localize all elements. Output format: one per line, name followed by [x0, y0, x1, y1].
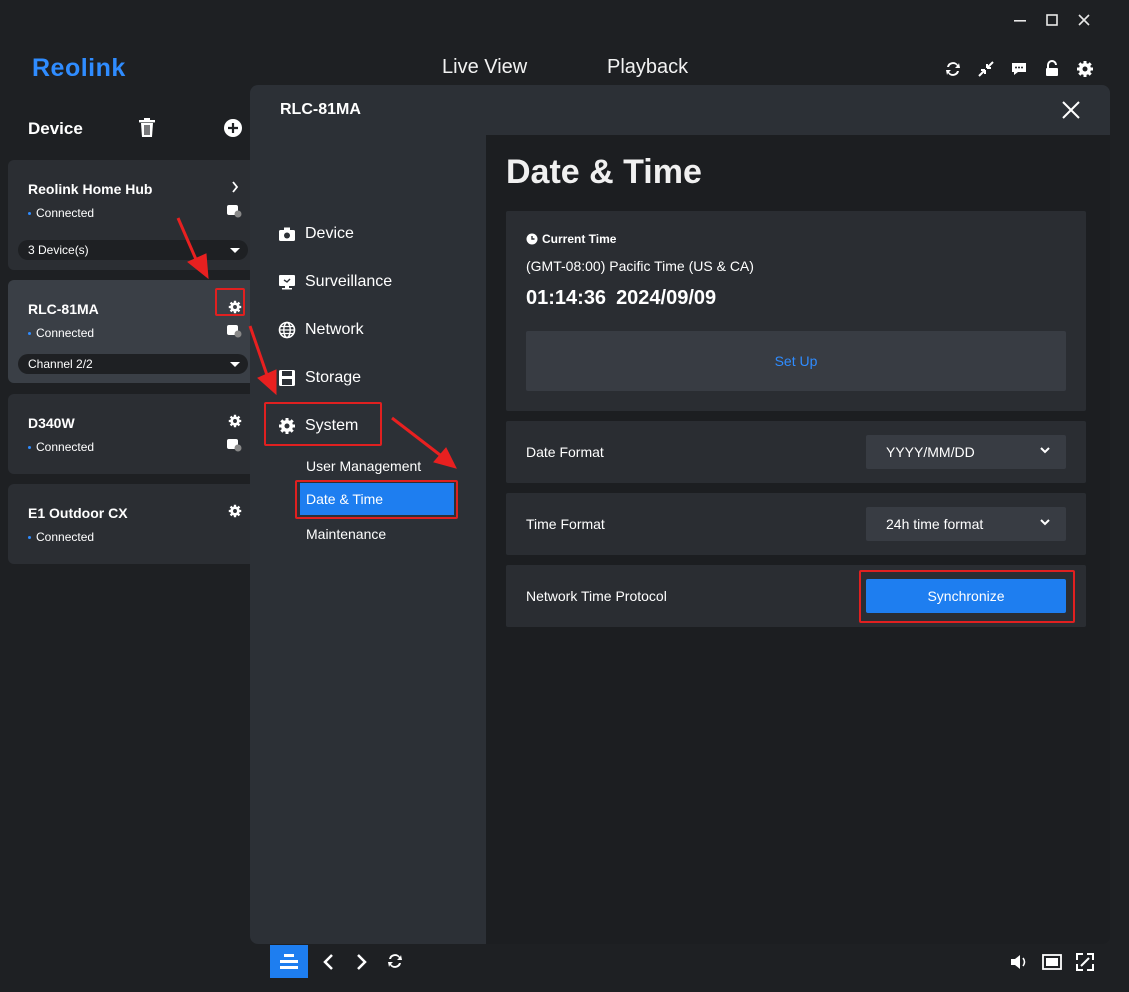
chevron-right-icon[interactable]	[354, 953, 368, 971]
add-device-icon[interactable]	[223, 118, 243, 138]
sync-icon[interactable]	[942, 58, 964, 80]
date-time-content: Date & Time Current Time (GMT-08:00) Pac…	[486, 135, 1110, 944]
volume-icon[interactable]	[1009, 953, 1029, 971]
device-card-home-hub[interactable]: Reolink Home Hub Connected 3 Device(s)	[8, 160, 260, 270]
current-time-section: Current Time (GMT-08:00) Pacific Time (U…	[506, 211, 1086, 411]
current-time-value: 01:14:36	[526, 287, 607, 309]
device-settings-panel: RLC-81MA Device Surveillance Network Sto…	[250, 85, 1110, 944]
chevron-left-icon[interactable]	[322, 953, 336, 971]
sidebar-title: Device	[28, 119, 83, 138]
fullscreen-icon[interactable]	[1075, 952, 1095, 972]
timezone-text: (GMT-08:00) Pacific Time (US & CA)	[526, 258, 754, 274]
trash-icon[interactable]	[138, 118, 156, 138]
chevron-right-icon[interactable]	[230, 180, 240, 194]
storage-icon	[226, 438, 242, 452]
gear-icon[interactable]	[1074, 58, 1096, 80]
camera-icon	[279, 227, 295, 241]
minimize-icon[interactable]	[1006, 6, 1034, 34]
highlight-box	[264, 402, 382, 446]
submenu-maintenance[interactable]: Maintenance	[306, 526, 386, 542]
time-format-label: Time Format	[526, 516, 605, 532]
channel-dropdown[interactable]: Channel 2/2	[18, 354, 248, 374]
storage-icon	[226, 324, 242, 338]
unlock-icon[interactable]	[1041, 58, 1063, 80]
maximize-icon[interactable]	[1038, 6, 1066, 34]
highlight-box	[859, 570, 1075, 623]
time-format-row: Time Format 24h time format	[506, 493, 1086, 555]
list-icon	[280, 953, 298, 969]
settings-menu: Device Surveillance Network Storage Syst…	[250, 135, 486, 944]
chevron-down-icon	[1040, 519, 1050, 526]
gear-icon[interactable]	[228, 504, 242, 518]
panel-title: RLC-81MA	[280, 101, 361, 118]
highlight-box	[295, 480, 458, 519]
refresh-icon[interactable]	[386, 952, 404, 970]
monitor-icon	[279, 275, 295, 290]
device-status: Connected	[28, 440, 94, 454]
device-dropdown[interactable]: 3 Device(s)	[18, 240, 248, 260]
device-sidebar: Device Reolink Home Hub Connected 3 Devi…	[0, 95, 260, 992]
device-status: Connected	[28, 530, 94, 544]
current-time-label: Current Time	[526, 232, 616, 246]
nav-playback[interactable]: Playback	[607, 56, 688, 79]
current-datetime: 01:14:36 2024/09/09	[526, 287, 716, 310]
date-format-label: Date Format	[526, 444, 604, 460]
submenu-user-management[interactable]: User Management	[306, 458, 421, 474]
device-name: Reolink Home Hub	[28, 181, 153, 197]
device-name: E1 Outdoor CX	[28, 505, 128, 521]
gear-icon[interactable]	[228, 414, 242, 428]
device-card-rlc-81ma[interactable]: RLC-81MA Connected Channel 2/2	[8, 280, 260, 383]
page-title: Date & Time	[506, 153, 702, 191]
app-window: Reolink Live View Playback Device Reolin…	[0, 0, 1129, 992]
ntp-row: Network Time Protocol Synchronize	[506, 565, 1086, 627]
screen-icon[interactable]	[1042, 954, 1062, 970]
device-name: D340W	[28, 415, 75, 431]
device-name: RLC-81MA	[28, 301, 99, 317]
menu-network[interactable]: Network	[278, 317, 364, 343]
chevron-down-icon	[1040, 447, 1050, 454]
device-card-e1-outdoor[interactable]: E1 Outdoor CX Connected	[8, 484, 260, 564]
globe-icon	[278, 321, 296, 339]
menu-surveillance[interactable]: Surveillance	[278, 269, 392, 295]
reolink-logo[interactable]: Reolink	[32, 54, 126, 83]
close-icon[interactable]	[1070, 6, 1098, 34]
current-date-value: 2024/09/09	[616, 287, 717, 309]
floppy-icon	[279, 370, 295, 386]
clock-icon	[526, 233, 538, 245]
device-card-d340w[interactable]: D340W Connected	[8, 394, 260, 474]
ntp-label: Network Time Protocol	[526, 588, 667, 604]
highlight-box	[215, 288, 245, 316]
message-icon[interactable]	[1008, 58, 1030, 80]
device-status: Connected	[28, 206, 94, 220]
close-icon[interactable]	[1062, 101, 1080, 119]
menu-storage[interactable]: Storage	[278, 365, 361, 391]
time-format-select[interactable]: 24h time format	[866, 507, 1066, 541]
date-format-row: Date Format YYYY/MM/DD	[506, 421, 1086, 483]
menu-device[interactable]: Device	[278, 221, 354, 247]
collapse-icon[interactable]	[975, 58, 997, 80]
setup-button[interactable]: Set Up	[526, 331, 1066, 391]
panel-header: RLC-81MA	[250, 85, 1110, 135]
storage-icon	[226, 204, 242, 218]
nav-live-view[interactable]: Live View	[442, 56, 527, 79]
list-view-button[interactable]	[270, 945, 308, 978]
device-status: Connected	[28, 326, 94, 340]
date-format-select[interactable]: YYYY/MM/DD	[866, 435, 1066, 469]
